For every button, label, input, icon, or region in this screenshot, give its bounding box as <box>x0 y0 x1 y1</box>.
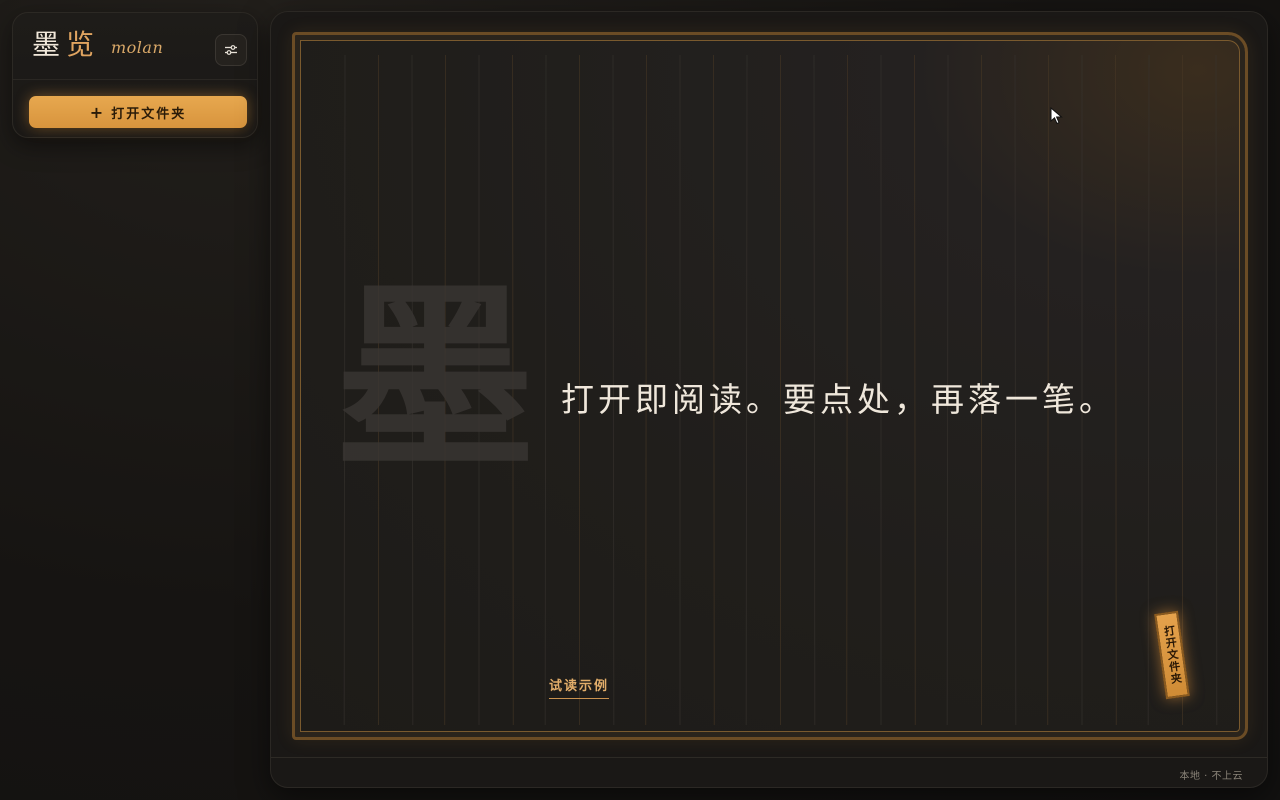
app-title-char-2: 览 <box>66 28 101 61</box>
app-title-char-1: 墨 <box>32 28 67 61</box>
plus-icon: + <box>89 102 104 122</box>
sidebar-card: 墨览 molan + 打开文件夹 <box>12 12 258 138</box>
footer-divider <box>271 757 1267 758</box>
open-folder-button[interactable]: + 打开文件夹 <box>29 96 247 128</box>
ruled-line <box>1147 54 1150 726</box>
ruled-line <box>544 54 547 726</box>
sliders-icon <box>225 45 237 55</box>
app-title: 墨览 <box>32 27 100 63</box>
ink-watermark: 墨 <box>335 263 536 496</box>
app-subtitle: molan <box>111 38 164 57</box>
reading-area[interactable]: 墨 打开即阅读。要点处，再落一笔。 试读示例 打开文件夹 <box>292 32 1248 740</box>
open-folder-label: 打开文件夹 <box>111 106 187 122</box>
main-panel: 墨 打开即阅读。要点处，再落一笔。 试读示例 打开文件夹 本地 · 不上云 <box>270 11 1268 788</box>
mouse-cursor <box>1050 107 1063 125</box>
try-sample-link[interactable]: 试读示例 <box>549 675 610 699</box>
brand-header: 墨览 molan <box>13 13 257 80</box>
settings-button[interactable] <box>215 34 247 66</box>
ruled-line <box>1215 54 1218 726</box>
storage-status: 本地 · 不上云 <box>1179 771 1243 782</box>
welcome-tagline: 打开即阅读。要点处，再落一笔。 <box>561 380 1116 419</box>
